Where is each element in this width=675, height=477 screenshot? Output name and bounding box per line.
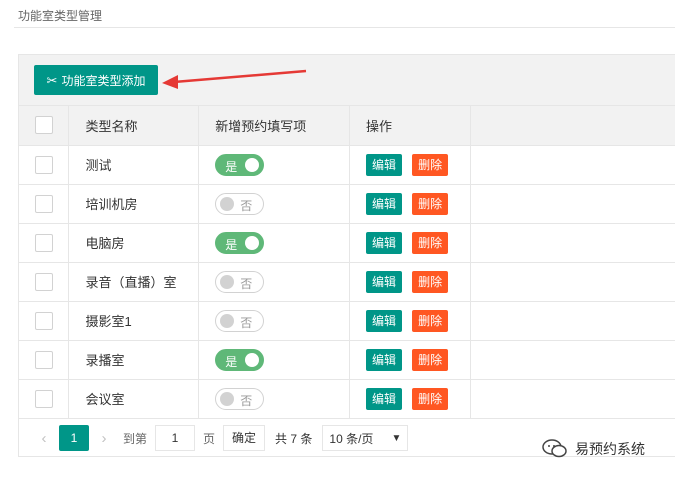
toggle-knob (245, 157, 260, 172)
goto-label: 到第 (123, 431, 148, 446)
row-checkbox[interactable] (35, 233, 53, 252)
edit-button[interactable]: 编辑 (366, 231, 403, 254)
toggle-text: 是 (225, 354, 238, 369)
toggle-knob (220, 313, 235, 328)
row-name: 培训机房 (68, 184, 200, 224)
page-size-value: 10 条/页 (329, 431, 374, 446)
delete-button[interactable]: 删除 (412, 348, 449, 371)
watermark-text: 易预约系统 (575, 441, 645, 457)
required-toggle[interactable]: 否 (215, 192, 265, 215)
delete-button[interactable]: 删除 (412, 192, 449, 215)
required-toggle[interactable]: 否 (215, 309, 265, 332)
total-count: 共 7 条 (275, 431, 313, 446)
edit-button[interactable]: 编辑 (366, 192, 403, 215)
table-row: 电脑房 是 编辑 删除 (19, 223, 675, 263)
room-type-table: 类型名称 新增预约填写项 操作 测试是编辑 删除 培训机房否编辑 删除 电脑房是编辑 删除… (19, 106, 675, 419)
toggle-knob (220, 391, 235, 406)
required-toggle[interactable]: 是 (215, 231, 265, 254)
page-input[interactable] (155, 425, 196, 451)
table-row: 会议室 否 编辑 删除 (19, 379, 675, 419)
delete-button[interactable]: 删除 (412, 309, 449, 332)
toggle-knob (245, 235, 260, 250)
edit-button[interactable]: 编辑 (366, 387, 403, 410)
page-size-select[interactable]: 10 条/页 ▼ (322, 425, 409, 451)
wechat-icon (542, 439, 567, 458)
page-unit-label: 页 (203, 431, 216, 446)
row-name: 会议室 (68, 379, 200, 419)
header-name[interactable]: 类型名称 (68, 106, 200, 146)
row-checkbox[interactable] (35, 272, 53, 291)
row-checkbox[interactable] (35, 155, 53, 174)
chevron-right-icon[interactable]: › (93, 430, 115, 447)
table-row: 测试 是 编辑 删除 (19, 145, 675, 185)
delete-button[interactable]: 删除 (412, 387, 449, 410)
delete-button[interactable]: 删除 (412, 153, 449, 176)
table-row: 录音（直播）室 否 编辑 删除 (19, 262, 675, 302)
row-checkbox[interactable] (35, 350, 53, 369)
watermark: 易预约系统 (541, 438, 645, 460)
toggle-knob (220, 274, 235, 289)
toggle-text: 否 (240, 198, 253, 213)
delete-button[interactable]: 删除 (412, 231, 449, 254)
edit-button[interactable]: 编辑 (366, 153, 403, 176)
main-panel: ✂ 功能室类型添加 类型名称 新增预约填写项 操作 测试是编辑 删除 培训机房否编辑… (18, 54, 675, 457)
divider (14, 27, 675, 28)
confirm-button[interactable]: 确定 (223, 425, 266, 451)
required-toggle[interactable]: 是 (215, 348, 265, 371)
edit-button[interactable]: 编辑 (366, 270, 403, 293)
delete-button[interactable]: 删除 (412, 270, 449, 293)
row-checkbox[interactable] (35, 311, 53, 330)
edit-button[interactable]: 编辑 (366, 348, 403, 371)
add-room-type-button[interactable]: ✂ 功能室类型添加 (34, 65, 158, 95)
row-name: 录播室 (68, 340, 200, 380)
tools-icon: ✂ (46, 72, 58, 88)
required-toggle[interactable]: 否 (215, 270, 265, 293)
toolbar: ✂ 功能室类型添加 (19, 55, 675, 106)
toggle-text: 是 (225, 159, 238, 174)
add-room-type-label: 功能室类型添加 (61, 73, 146, 88)
toggle-knob (220, 196, 235, 211)
required-toggle[interactable]: 是 (215, 153, 265, 176)
row-name: 摄影室1 (68, 301, 200, 341)
row-checkbox[interactable] (35, 389, 53, 408)
table-row: 摄影室1 否 编辑 删除 (19, 301, 675, 341)
table-row: 录播室 是 编辑 删除 (19, 340, 675, 380)
row-name: 录音（直播）室 (68, 262, 200, 302)
header-toggle[interactable]: 新增预约填写项 (198, 106, 351, 146)
row-name: 测试 (68, 145, 200, 185)
row-checkbox[interactable] (35, 194, 53, 213)
toggle-text: 否 (240, 315, 253, 330)
select-all-checkbox[interactable] (35, 116, 53, 135)
row-name: 电脑房 (68, 223, 200, 263)
header-ops: 操作 (349, 106, 471, 146)
table-header-row: 类型名称 新增预约填写项 操作 (19, 106, 675, 146)
page-current[interactable]: 1 (59, 425, 89, 451)
annotation-arrow-icon (162, 69, 307, 89)
chevron-down-icon: ▼ (391, 432, 402, 444)
toggle-text: 是 (225, 237, 238, 252)
edit-button[interactable]: 编辑 (366, 309, 403, 332)
toggle-text: 否 (240, 276, 253, 291)
chevron-left-icon[interactable]: ‹ (33, 430, 55, 447)
required-toggle[interactable]: 否 (215, 387, 265, 410)
toggle-knob (245, 352, 260, 367)
toggle-text: 否 (240, 393, 253, 408)
table-row: 培训机房 否 编辑 删除 (19, 184, 675, 224)
breadcrumb: 功能室类型管理 (18, 9, 103, 23)
